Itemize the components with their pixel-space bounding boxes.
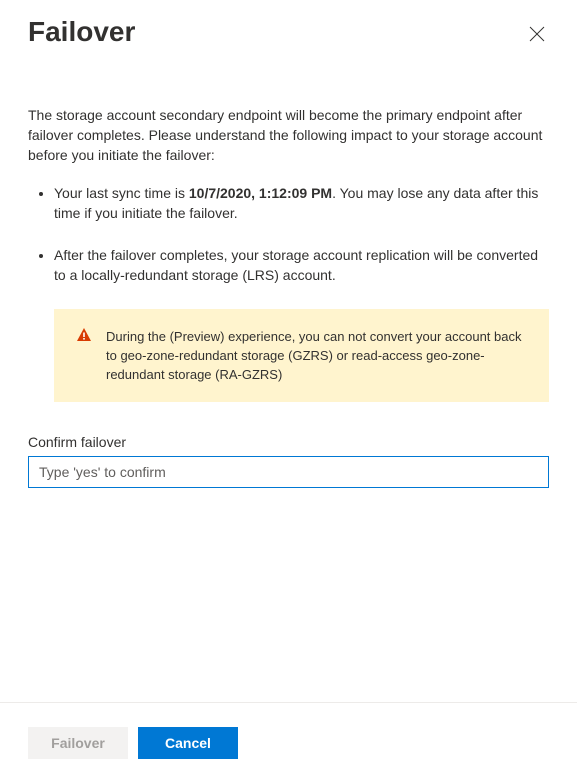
- close-icon: [529, 26, 545, 42]
- confirm-input[interactable]: [28, 456, 549, 488]
- panel-footer: Failover Cancel: [0, 702, 577, 783]
- panel-title: Failover: [28, 16, 135, 48]
- sync-time-value: 10/7/2020, 1:12:09 PM: [189, 185, 332, 201]
- failover-panel: Failover The storage account secondary e…: [0, 0, 577, 488]
- confirm-label: Confirm failover: [28, 434, 549, 450]
- cancel-button[interactable]: Cancel: [138, 727, 238, 759]
- warning-text: During the (Preview) experience, you can…: [106, 329, 522, 382]
- panel-header: Failover: [28, 16, 549, 49]
- warning-icon: [76, 327, 92, 343]
- close-button[interactable]: [525, 22, 549, 49]
- replication-item: After the failover completes, your stora…: [54, 245, 549, 285]
- sync-time-item: Your last sync time is 10/7/2020, 1:12:0…: [54, 183, 549, 223]
- impact-list: Your last sync time is 10/7/2020, 1:12:0…: [28, 183, 549, 285]
- failover-description: The storage account secondary endpoint w…: [28, 105, 549, 165]
- sync-prefix: Your last sync time is: [54, 185, 189, 201]
- warning-callout: During the (Preview) experience, you can…: [54, 309, 549, 402]
- failover-button[interactable]: Failover: [28, 727, 128, 759]
